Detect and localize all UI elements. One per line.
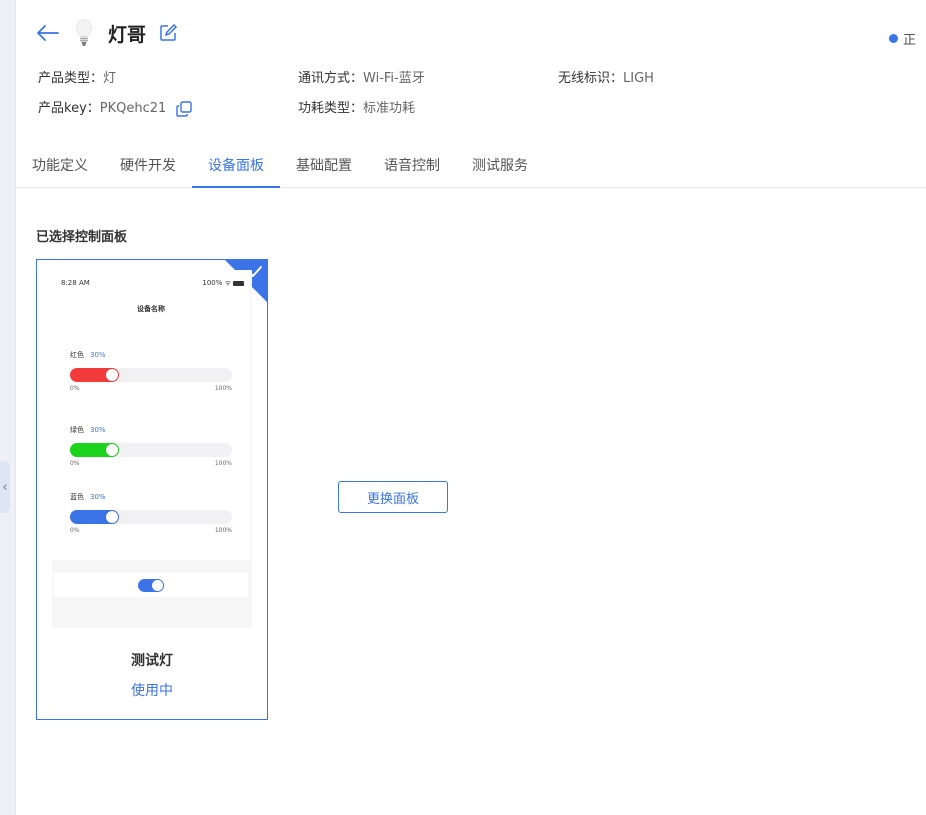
status-indicator: 正: [888, 29, 916, 48]
power-label: 功耗类型：: [298, 101, 364, 116]
toggle-knob: [152, 579, 163, 591]
slider-percent: 30%: [90, 351, 106, 359]
scale-max: 100%: [214, 460, 232, 467]
device-name: 设备名称: [137, 305, 165, 313]
slider-track[interactable]: [70, 368, 232, 382]
battery-icon: [233, 280, 244, 286]
tab-test-service[interactable]: 测试服务: [472, 146, 528, 188]
info-product-type: 产品类型：灯: [38, 67, 116, 86]
lightbulb-icon: [74, 18, 94, 48]
tab-device-panel[interactable]: 设备面板: [192, 146, 280, 188]
phone-signal: 100% ᯤ: [202, 279, 244, 288]
edit-icon[interactable]: [158, 23, 178, 43]
slider-track[interactable]: [70, 510, 232, 524]
tab-bar: 功能定义 硬件开发 设备面板 基础配置 语音控制 测试服务: [16, 146, 926, 188]
slider-label: 红色 30%: [70, 350, 232, 360]
power-toggle[interactable]: [138, 578, 164, 592]
product-type-value: 灯: [103, 71, 117, 86]
info-power: 功耗类型：标准功耗: [298, 97, 415, 116]
slider-name: 绿色: [70, 426, 84, 434]
panel-name: 测试灯: [131, 653, 173, 669]
info-wireless: 无线标识：LIGH: [558, 67, 654, 86]
slider-handle[interactable]: [106, 444, 118, 456]
slider-scale: 0% 100%: [70, 460, 232, 467]
slider-track[interactable]: [70, 443, 232, 457]
slider-blue: 蓝色 30% 0% 100%: [70, 492, 232, 534]
page-title: 灯哥: [108, 23, 147, 46]
slider-green: 绿色 30% 0% 100%: [70, 425, 232, 467]
slider-name: 红色: [70, 351, 84, 359]
scale-max: 100%: [214, 385, 232, 392]
product-type-label: 产品类型：: [38, 71, 104, 86]
wireless-label: 无线标识：: [558, 71, 624, 86]
status-dot-icon: [888, 34, 898, 43]
info-product-key: 产品key：PKQehc21: [38, 97, 193, 117]
slider-red: 红色 30% 0% 100%: [70, 350, 232, 392]
battery-percent: 100%: [202, 279, 223, 287]
panel-card[interactable]: 8:28 AM 100% ᯤ 设备名称 红色 30% 0% 100% 绿色 30%: [36, 259, 268, 720]
slider-percent: 30%: [90, 493, 106, 501]
panel-status: 使用中: [131, 683, 173, 699]
tab-basic-config[interactable]: 基础配置: [296, 146, 352, 188]
phone-status-bar: 8:28 AM 100% ᯤ: [61, 279, 244, 288]
wireless-value: LIGH: [623, 71, 654, 86]
scale-min: 0%: [70, 527, 80, 534]
back-arrow-icon[interactable]: [36, 21, 60, 45]
power-toggle-row: [54, 573, 248, 597]
scale-max: 100%: [214, 527, 232, 534]
info-comm: 通讯方式：Wi-Fi-蓝牙: [298, 67, 425, 86]
scale-min: 0%: [70, 460, 80, 467]
panel-preview-screen: 8:28 AM 100% ᯤ 设备名称 红色 30% 0% 100% 绿色 30%: [52, 270, 250, 560]
tab-hardware-development[interactable]: 硬件开发: [120, 146, 176, 188]
slider-percent: 30%: [90, 426, 106, 434]
copy-icon[interactable]: [176, 100, 193, 117]
status-text: 正: [902, 33, 916, 48]
product-key-label: 产品key：: [38, 101, 100, 116]
slider-scale: 0% 100%: [70, 527, 232, 534]
left-rail: ‹: [0, 0, 16, 815]
slider-handle[interactable]: [106, 511, 118, 523]
power-value: 标准功耗: [363, 101, 416, 116]
slider-scale: 0% 100%: [70, 385, 232, 392]
slider-name: 蓝色: [70, 493, 84, 501]
change-panel-button[interactable]: 更换面板: [338, 481, 448, 513]
slider-label: 绿色 30%: [70, 425, 232, 435]
panel-preview: 8:28 AM 100% ᯤ 设备名称 红色 30% 0% 100% 绿色 30%: [52, 270, 252, 628]
tab-function-definition[interactable]: 功能定义: [32, 146, 88, 188]
collapse-sidebar-button[interactable]: ‹: [0, 461, 10, 513]
main-content: 灯哥 正 产品类型：灯 通讯方式：Wi-Fi-蓝牙 无线标识：LIGH 产品ke…: [16, 0, 926, 815]
section-title: 已选择控制面板: [36, 230, 128, 245]
slider-label: 蓝色 30%: [70, 492, 232, 502]
page-header: 灯哥: [36, 18, 178, 48]
phone-time: 8:28 AM: [61, 279, 90, 287]
comm-value: Wi-Fi-蓝牙: [363, 71, 425, 86]
product-key-value: PKQehc21: [99, 101, 167, 116]
comm-label: 通讯方式：: [298, 71, 364, 86]
tab-voice-control[interactable]: 语音控制: [384, 146, 440, 188]
scale-min: 0%: [70, 385, 80, 392]
chevron-left-icon: ‹: [2, 479, 8, 495]
slider-handle[interactable]: [106, 369, 118, 381]
